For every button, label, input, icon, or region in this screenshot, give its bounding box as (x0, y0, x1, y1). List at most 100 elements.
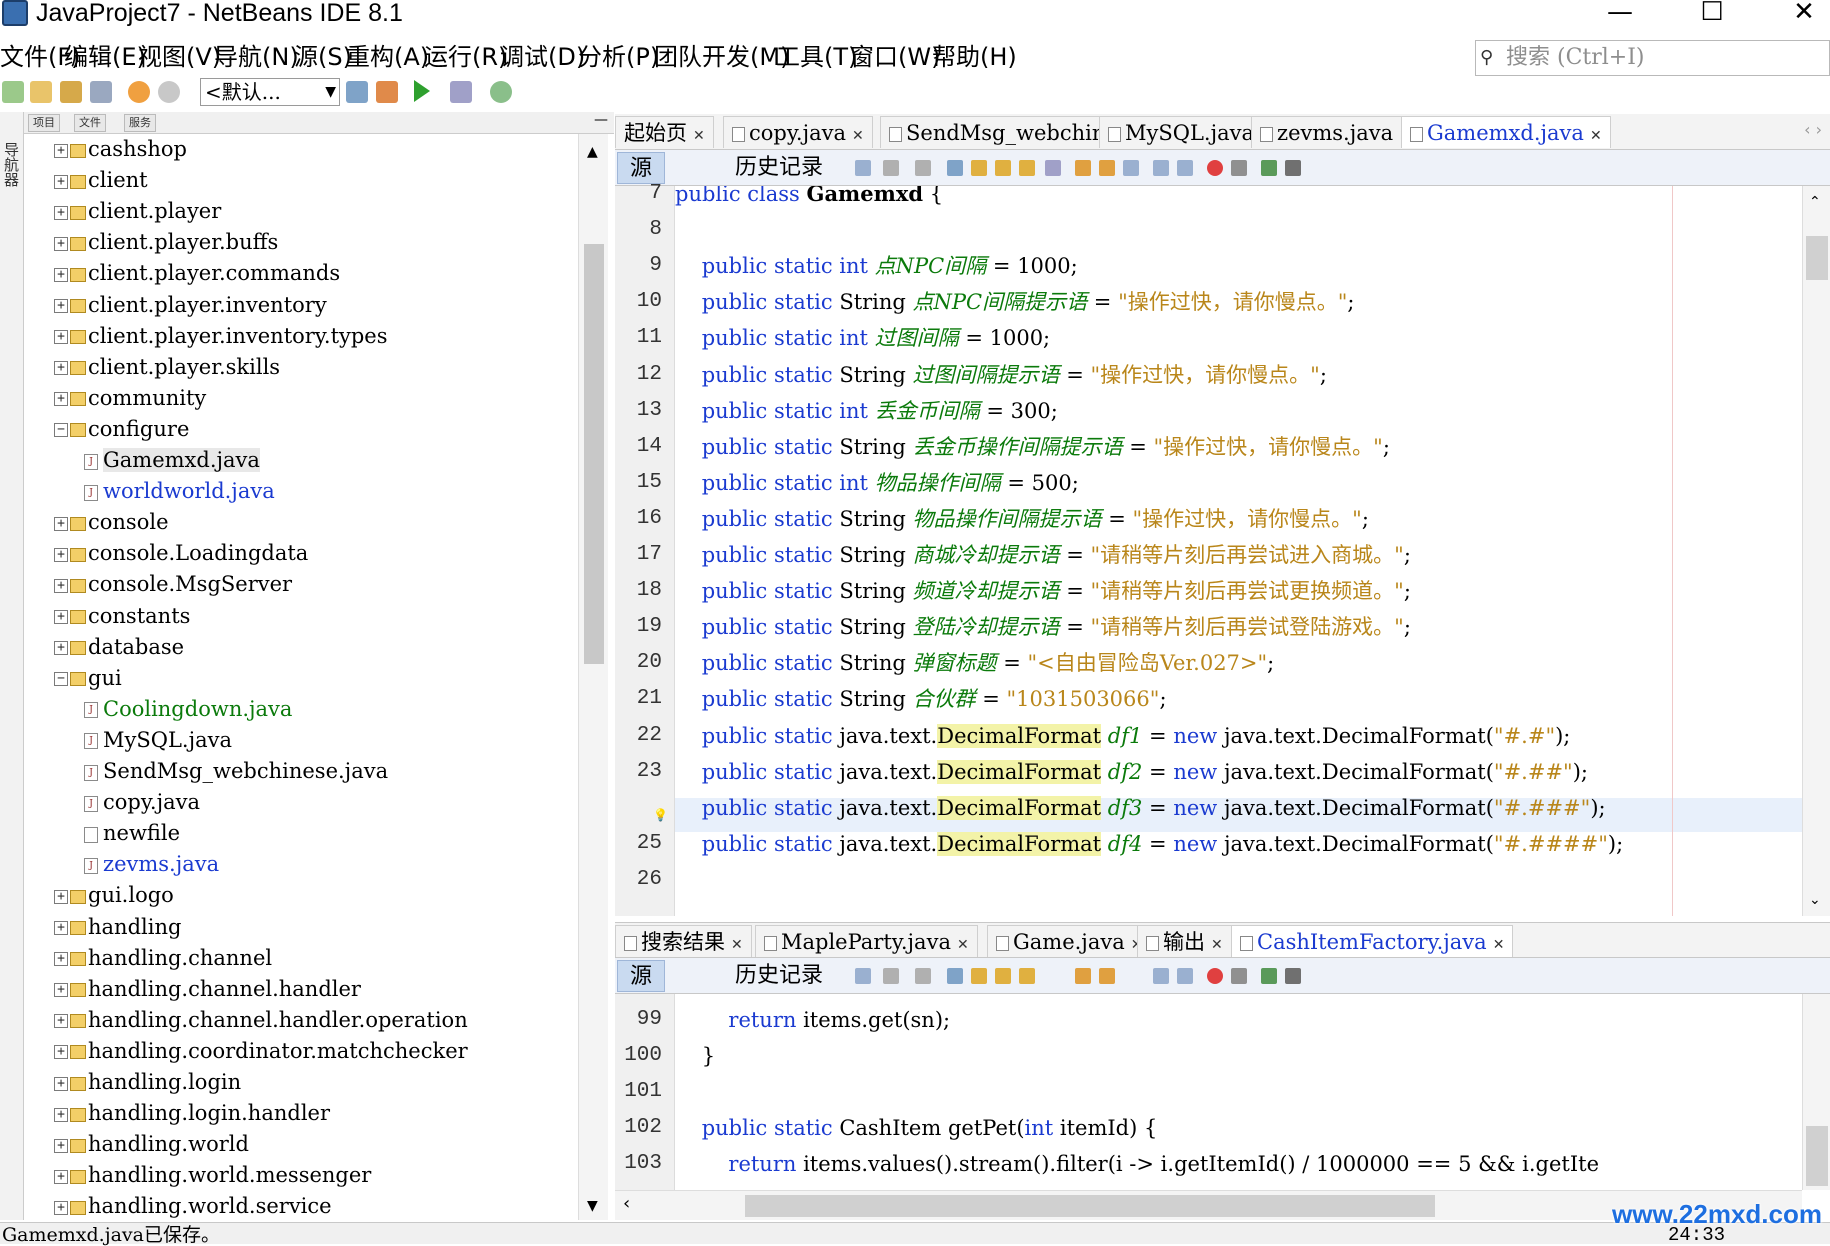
scroll-down-icon[interactable]: ⌄ (1809, 892, 1821, 908)
tree-item[interactable]: + handling.world (54, 1129, 249, 1160)
tree-item[interactable]: + handling.channel.handler (54, 974, 361, 1005)
clean-build-icon[interactable] (376, 81, 398, 103)
history-button[interactable]: 历史记录 (723, 152, 835, 184)
tree-item[interactable]: + client (54, 165, 148, 196)
expand-icon[interactable]: + (54, 392, 68, 407)
tree-item[interactable]: + client.player.skills (54, 352, 280, 383)
tab-nav-arrows[interactable]: ‹ › (1804, 120, 1822, 139)
find-next-icon[interactable] (995, 968, 1011, 984)
tree-item[interactable]: + client.player (54, 196, 221, 227)
search-input[interactable]: 搜索 (Ctrl+I) (1506, 44, 1645, 72)
expand-icon[interactable]: + (54, 516, 68, 531)
find-next-icon[interactable] (995, 160, 1011, 176)
expand-icon[interactable]: + (54, 1200, 68, 1215)
tree-item[interactable]: − gui (54, 663, 122, 694)
find-prev-icon[interactable] (971, 968, 987, 984)
expand-icon[interactable]: + (54, 236, 68, 251)
record-macro-icon[interactable] (1207, 968, 1223, 984)
back-icon[interactable] (883, 968, 899, 984)
find-icon[interactable] (947, 968, 963, 984)
code-line[interactable]: public static String 过图间隔提示语 = "操作过快，请你慢… (675, 357, 1802, 393)
tree-scrollbar[interactable]: ▲ ▼ (578, 134, 608, 1220)
editor-tab[interactable]: Gamemxd.java ✕ (1401, 116, 1611, 148)
code-line[interactable]: public static CashItem getPet(int itemId… (675, 1110, 1802, 1146)
expand-icon[interactable]: + (54, 578, 68, 593)
next-bookmark-icon[interactable] (1099, 160, 1115, 176)
tree-item[interactable]: + community (54, 383, 206, 414)
tab-files[interactable]: 文件 (74, 114, 106, 132)
expand-icon[interactable]: + (54, 641, 68, 656)
bottom-tab[interactable]: 搜索结果 ✕ (615, 925, 752, 957)
menu-item[interactable]: 视图(V) (138, 42, 221, 72)
menu-item[interactable]: 运行(R) (424, 42, 507, 72)
tab-projects[interactable]: 项目 (28, 114, 60, 132)
code-line[interactable]: public static java.text.DecimalFormat df… (675, 754, 1802, 790)
code-line[interactable]: public static int 点NPC间隔 = 1000; (675, 248, 1802, 284)
tree-item[interactable]: + cashshop (54, 134, 187, 165)
bottom-tab[interactable]: 输出 ✕ (1137, 925, 1232, 957)
expand-icon[interactable]: + (54, 1169, 68, 1184)
expand-icon[interactable]: + (54, 361, 68, 376)
expand-icon[interactable]: + (54, 330, 68, 345)
tree-item[interactable]: J SendMsg_webchinese.java (84, 756, 388, 787)
toggle-select-icon[interactable] (1045, 160, 1061, 176)
tree-item[interactable]: J MySQL.java (84, 725, 232, 756)
open-project-icon[interactable] (60, 81, 82, 103)
redo-icon[interactable] (158, 81, 180, 103)
last-edit-icon[interactable] (855, 160, 871, 176)
expand-icon[interactable]: + (54, 1076, 68, 1091)
expand-icon[interactable]: + (54, 610, 68, 624)
expand-icon[interactable]: + (54, 267, 68, 282)
comment-icon[interactable] (1261, 968, 1277, 984)
toggle-highlight-icon[interactable] (1019, 160, 1035, 176)
code-line[interactable]: public static String 商城冷却提示语 = "请稍等片刻后再尝… (675, 537, 1802, 573)
tab-services[interactable]: 服务 (124, 114, 156, 132)
back-icon[interactable] (883, 160, 899, 176)
shift-left-icon[interactable] (1153, 968, 1169, 984)
hscroll-thumb[interactable] (745, 1195, 1435, 1217)
expand-icon[interactable]: + (54, 1045, 68, 1060)
code-line[interactable]: public static int 过图间隔 = 1000; (675, 320, 1802, 356)
close-tab-icon[interactable]: ✕ (1493, 937, 1505, 953)
scroll-up-icon[interactable]: ▲ (587, 144, 598, 160)
uncomment-icon[interactable] (1285, 160, 1301, 176)
comment-icon[interactable] (1261, 160, 1277, 176)
menu-item[interactable]: 重构(A) (346, 42, 429, 72)
tree-item[interactable]: + handling.login (54, 1067, 241, 1098)
undo-icon[interactable] (128, 81, 150, 103)
code-line[interactable]: public static String 物品操作间隔提示语 = "操作过快，请… (675, 501, 1802, 537)
editor-tab[interactable]: 起始页 ✕ (615, 116, 714, 148)
tree-item[interactable]: + handling.login.handler (54, 1098, 330, 1129)
close-tab-icon[interactable]: ✕ (731, 937, 743, 953)
expand-icon[interactable]: + (54, 1014, 68, 1029)
bottom-code-editor[interactable]: return items.get(sn); } public static Ca… (675, 994, 1802, 1190)
menu-item[interactable]: 窗口(W) (850, 42, 940, 72)
code-line[interactable]: public static String 登陆冷却提示语 = "请稍等片刻后再尝… (675, 609, 1802, 645)
tree-item[interactable]: + console.MsgServer (54, 569, 292, 600)
expand-icon[interactable]: + (54, 205, 68, 220)
expand-icon[interactable]: + (54, 547, 68, 562)
find-icon[interactable] (947, 160, 963, 176)
expand-icon[interactable]: + (54, 921, 68, 935)
code-line[interactable]: public static String 频道冷却提示语 = "请稍等片刻后再尝… (675, 573, 1802, 609)
close-tab-icon[interactable]: ✕ (1211, 937, 1223, 953)
prev-bookmark-icon[interactable] (1075, 968, 1091, 984)
editor-tab[interactable]: zevms.java✕ (1251, 116, 1420, 148)
forward-icon[interactable] (915, 160, 931, 176)
menu-item[interactable]: 调试(D) (500, 42, 585, 72)
tree-item[interactable]: + database (54, 632, 184, 663)
stop-macro-icon[interactable] (1231, 968, 1247, 984)
tree-item[interactable]: + client.player.inventory.types (54, 321, 388, 352)
tree-item[interactable]: J Coolingdown.java (84, 694, 292, 725)
tree-scroll-thumb[interactable] (584, 244, 604, 664)
profile-icon[interactable] (490, 81, 512, 103)
code-line[interactable]: public class Gamemxd { (675, 186, 1802, 212)
record-macro-icon[interactable] (1207, 160, 1223, 176)
tree-item[interactable]: + handling.channel.handler.operation (54, 1005, 468, 1036)
expand-icon[interactable]: + (54, 174, 68, 189)
code-line[interactable]: return items.get(sn); (675, 1002, 1802, 1038)
scroll-down-icon[interactable]: ▼ (587, 1198, 598, 1214)
code-line[interactable]: public static java.text.DecimalFormat df… (675, 790, 1802, 826)
tree-item[interactable]: + client.player.commands (54, 258, 340, 289)
menu-item[interactable]: 编辑(E) (64, 42, 146, 72)
